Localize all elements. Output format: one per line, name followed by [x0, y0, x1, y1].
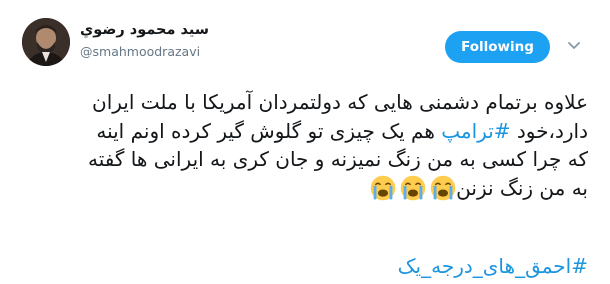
loudly-crying-face-icon — [400, 175, 426, 200]
tweet-line-2-start: دارد،خود — [510, 118, 588, 143]
tweet-line-2-end: هم یک چیزی تو گلوش گیر کرده اونم اینه — [96, 118, 442, 143]
tweet-line-4-text: به من زنگ نزنن — [456, 175, 588, 200]
user-handle[interactable]: @smahmoodrazavi — [80, 43, 280, 61]
following-button[interactable]: Following — [445, 31, 550, 63]
tweet-line-4: به من زنگ نزنن — [22, 174, 588, 203]
loudly-crying-face-icon — [430, 175, 456, 200]
user-info: سيد محمود رضوي @smahmoodrazavi — [80, 20, 280, 61]
tweet-line-3: که چرا کسی به من زنگ نمیزنه و جان کری به… — [87, 147, 588, 171]
emoji-group — [370, 175, 456, 201]
display-name[interactable]: سيد محمود رضوي — [80, 20, 280, 40]
hashtag-line: #احمق_های_درجه_یک — [22, 252, 588, 280]
tweet-line-2: دارد،خود #ترامپ هم یک چیزی تو گلوش گیر ک… — [22, 117, 588, 146]
tweet-line-1: علاوه برتمام دشمنی هایی که دولتمردان آمر… — [92, 90, 588, 114]
loudly-crying-face-icon — [370, 175, 396, 200]
tweet-text: علاوه برتمام دشمنی هایی که دولتمردان آمر… — [22, 88, 588, 202]
hashtag-link-trump[interactable]: #ترامپ — [441, 119, 510, 143]
hashtag-link-idiots[interactable]: #احمق_های_درجه_یک — [398, 254, 588, 278]
chevron-down-icon[interactable] — [566, 38, 582, 54]
avatar[interactable] — [22, 18, 70, 66]
profile-photo — [22, 18, 70, 66]
